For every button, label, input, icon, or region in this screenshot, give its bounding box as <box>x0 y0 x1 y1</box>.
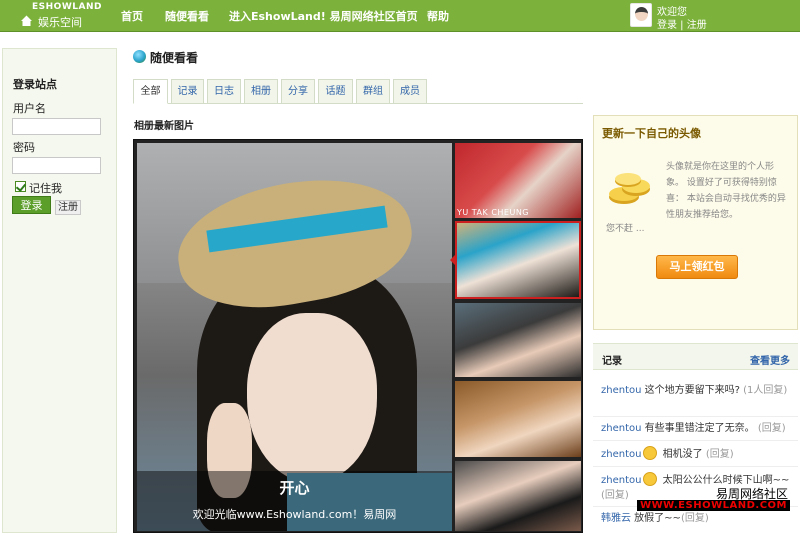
record-item: zhentou 有些事里错注定了无奈。 (回复) <box>601 421 793 436</box>
thumbnail-image <box>455 461 581 531</box>
claim-red-packet-button[interactable]: 马上领红包 <box>656 255 738 279</box>
avatar-face <box>635 7 648 21</box>
photo-caption-title: 开心 <box>279 479 310 497</box>
tab-records[interactable]: 记录 <box>171 79 204 104</box>
divider <box>593 440 798 441</box>
login-link[interactable]: 登录 <box>657 20 677 31</box>
link-separator: | <box>677 20 687 31</box>
username-input[interactable] <box>12 118 101 135</box>
thumbnail-selected[interactable] <box>455 221 581 299</box>
site-watermark: 易周网络社区 WWW.ESHOWLAND.COM <box>637 485 800 515</box>
tab-members[interactable]: 成员 <box>393 79 427 104</box>
tab-bar: 全部 记录 日志 相册 分享 话题 群组 成员 <box>133 79 583 104</box>
tab-blog[interactable]: 日志 <box>207 79 241 104</box>
divider <box>593 416 798 417</box>
sweat-emoticon-icon <box>643 472 658 486</box>
tab-album[interactable]: 相册 <box>244 79 278 104</box>
thumbnail[interactable] <box>455 461 581 531</box>
record-text: 相机没了 <box>659 449 703 460</box>
thumbnail-image <box>455 381 581 457</box>
password-input[interactable] <box>12 157 101 174</box>
records-title: 记录 <box>602 356 622 367</box>
register-link[interactable]: 注册 <box>687 20 707 31</box>
login-title: 登录站点 <box>13 78 57 91</box>
username-label: 用户名 <box>13 102 46 115</box>
record-user-link[interactable]: zhentou <box>601 449 641 460</box>
update-avatar-panel: 更新一下自己的头像 头像就是你在这里的个人形象。 设置好了可获得特别惊喜： 本站… <box>593 115 798 330</box>
album-image-viewer: 开心 欢迎光临www.Eshowland.com！易周网 YU TAK CHEU… <box>133 139 583 533</box>
photo-caption: 开心 欢迎光临www.Eshowland.com！易周网 <box>137 471 452 531</box>
record-reply-link[interactable]: (1人回复) <box>740 385 787 396</box>
thumbnail[interactable]: YU TAK CHEUNG <box>455 143 581 218</box>
watermark-line2: WWW.ESHOWLAND.COM <box>637 500 790 511</box>
avatar[interactable] <box>630 3 652 27</box>
record-user-link[interactable]: 韩雅云 <box>601 513 631 524</box>
top-nav-bar: ESHOWLAND 娱乐空间 首页 随便看看 进入EshowLand! 易周网络… <box>0 0 800 32</box>
logo-chinese-text: 娱乐空间 <box>38 16 82 29</box>
gold-coins-icon <box>609 173 650 204</box>
photo-face-shape <box>247 313 377 483</box>
user-box: 欢迎您 登录 | 注册 <box>630 3 800 31</box>
record-text: 有些事里错注定了无奈。 <box>641 423 755 434</box>
thumbnail-image <box>455 303 581 377</box>
avatar-panel-title: 更新一下自己的头像 <box>602 127 701 140</box>
thumbnail-caption: YU TAK CHEUNG <box>457 208 530 217</box>
crying-emoticon-icon <box>643 446 658 460</box>
tab-topics[interactable]: 话题 <box>318 79 353 104</box>
thumbnail[interactable] <box>455 381 581 457</box>
user-links: 登录 | 注册 <box>657 16 707 31</box>
records-more-link[interactable]: 查看更多 <box>750 352 790 367</box>
nav-home[interactable]: 首页 <box>121 8 143 24</box>
section-title: 相册最新图片 <box>134 121 194 132</box>
tab-share[interactable]: 分享 <box>281 79 315 104</box>
login-sidebar: 登录站点 用户名 密码 记住我 登录 注册 <box>2 48 117 533</box>
nav-help[interactable]: 帮助 <box>427 8 449 24</box>
login-button[interactable]: 登录 <box>12 196 51 214</box>
avatar-panel-more: 您不赶 ... <box>606 224 645 234</box>
logo-english-text: ESHOWLAND <box>32 2 102 12</box>
remember-checkbox[interactable] <box>15 181 26 192</box>
globe-icon <box>133 50 146 63</box>
record-item: zhentou 相机没了 (回复) <box>601 446 793 462</box>
main-photo[interactable]: 开心 欢迎光临www.Eshowland.com！易周网 <box>137 143 452 531</box>
record-user-link[interactable]: zhentou <box>601 423 641 434</box>
thumbnail-strip: YU TAK CHEUNG <box>455 143 581 531</box>
record-reply-link[interactable]: (回复) <box>703 449 734 460</box>
record-user-link[interactable]: zhentou <box>601 475 641 486</box>
avatar-panel-description: 头像就是你在这里的个人形象。 设置好了可获得特别惊喜： 本站会自动寻找优秀的异性… <box>666 162 786 220</box>
nav-community-home[interactable]: 进入EshowLand! 易周网络社区首页 <box>229 8 418 24</box>
record-reply-link[interactable]: (回复) <box>755 423 786 434</box>
record-user-link[interactable]: zhentou <box>601 385 641 396</box>
record-item: zhentou 这个地方要留下来吗? (1人回复) <box>601 383 793 398</box>
tab-all[interactable]: 全部 <box>133 79 168 104</box>
remember-label: 记住我 <box>29 182 62 195</box>
page-title: 随便看看 <box>150 51 199 65</box>
photo-caption-text: 欢迎光临www.Eshowland.com！易周网 <box>192 508 397 521</box>
thumbnail-image <box>455 143 581 218</box>
records-header: 记录 查看更多 <box>593 344 798 370</box>
register-button[interactable]: 注册 <box>55 200 81 215</box>
home-icon <box>21 15 32 26</box>
divider <box>593 466 798 467</box>
nav-random-browse[interactable]: 随便看看 <box>165 8 209 24</box>
thumbnail[interactable] <box>455 303 581 377</box>
password-label: 密码 <box>13 141 35 154</box>
thumbnail-image <box>457 223 579 297</box>
record-text: 这个地方要留下来吗? <box>641 385 740 396</box>
tab-groups[interactable]: 群组 <box>356 79 390 104</box>
record-reply-link[interactable]: (回复) <box>601 490 629 501</box>
site-logo[interactable]: ESHOWLAND 娱乐空间 <box>20 2 110 30</box>
